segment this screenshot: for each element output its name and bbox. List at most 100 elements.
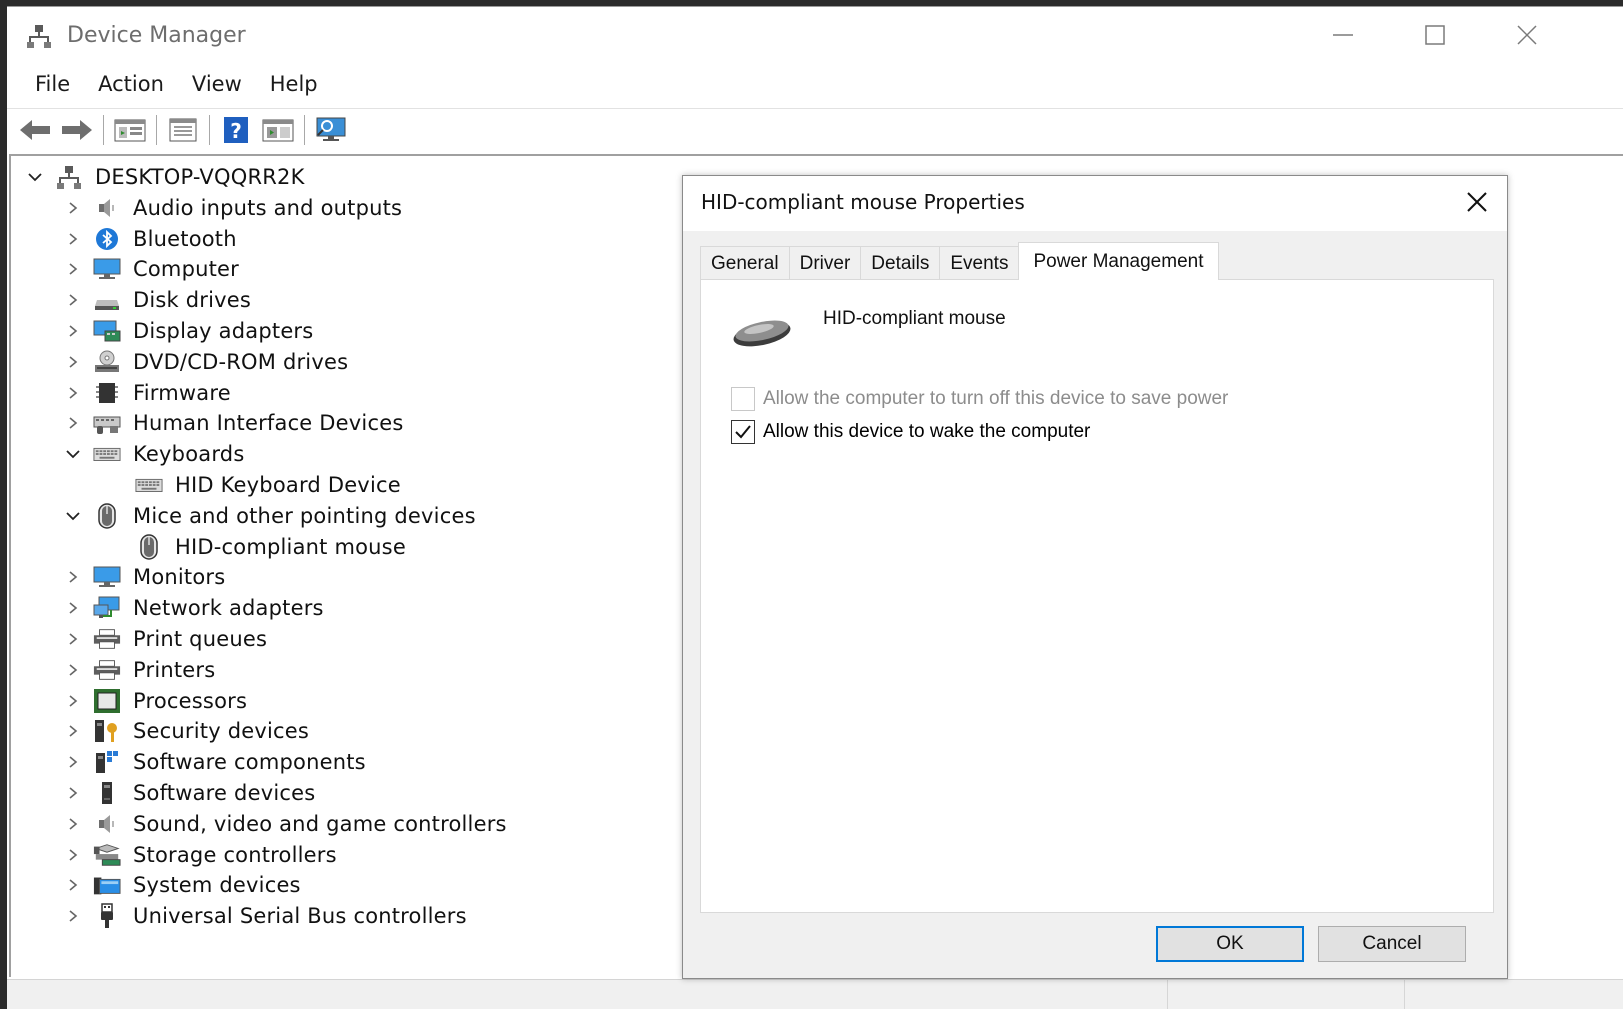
expand-toggle[interactable] <box>61 719 85 743</box>
keyboard-icon <box>93 441 121 467</box>
dialog-close-button[interactable] <box>1457 184 1497 220</box>
tree-item-mice-and-other-pointing-devices[interactable]: Mice and other pointing devices <box>61 501 476 531</box>
cancel-button[interactable]: Cancel <box>1318 926 1466 962</box>
expand-toggle[interactable] <box>61 227 85 251</box>
expand-toggle[interactable] <box>61 504 85 528</box>
tree-item-human-interface-devices[interactable]: Human Interface Devices <box>61 408 403 438</box>
expand-toggle[interactable] <box>61 812 85 836</box>
menu-bar: File Action View Help <box>7 63 1623 105</box>
expand-toggle[interactable] <box>61 843 85 867</box>
expand-toggle[interactable] <box>61 627 85 651</box>
tree-item-printers[interactable]: Printers <box>61 655 215 685</box>
tree-item-label: Security devices <box>133 719 310 744</box>
expand-toggle[interactable] <box>61 873 85 897</box>
minimize-button[interactable] <box>1313 15 1373 55</box>
ok-button[interactable]: OK <box>1156 926 1304 962</box>
network-icon <box>93 595 121 621</box>
tree-item-firmware[interactable]: Firmware <box>61 378 231 408</box>
tree-item-print-queues[interactable]: Print queues <box>61 624 267 654</box>
tree-item-network-adapters[interactable]: Network adapters <box>61 593 324 623</box>
tab-details[interactable]: Details <box>860 246 941 280</box>
tree-item-label: Storage controllers <box>133 842 337 867</box>
power-management-panel: HID-compliant mouse Allow the computer t… <box>700 279 1494 913</box>
device-manager-icon <box>26 23 52 49</box>
expand-toggle[interactable] <box>61 658 85 682</box>
tree-item-software-devices[interactable]: Software devices <box>61 778 315 808</box>
maximize-button[interactable] <box>1405 15 1465 55</box>
tab-driver[interactable]: Driver <box>788 246 862 280</box>
expand-toggle[interactable] <box>61 904 85 928</box>
tree-item-monitors[interactable]: Monitors <box>61 562 225 592</box>
tree-item-processors[interactable]: Processors <box>61 686 247 716</box>
tree-item-sound-video-and-game-controllers[interactable]: Sound, video and game controllers <box>61 809 507 839</box>
tab-general[interactable]: General <box>700 246 790 280</box>
dialog-tabs: General Driver Details Events Power Mana… <box>700 242 1219 280</box>
expand-toggle[interactable] <box>61 565 85 589</box>
monitor-scan-icon[interactable] <box>313 113 349 147</box>
back-icon[interactable] <box>17 113 53 147</box>
menu-action[interactable]: Action <box>90 72 178 96</box>
printer-icon <box>93 657 121 683</box>
chevron-right-icon <box>69 325 78 337</box>
expand-toggle[interactable] <box>61 257 85 281</box>
dialog-title: HID-compliant mouse Properties <box>701 190 1025 214</box>
expand-toggle[interactable] <box>61 381 85 405</box>
expand-toggle[interactable] <box>61 442 85 466</box>
window-title: Device Manager <box>67 23 246 48</box>
tree-item-hid-compliant-mouse[interactable]: HID-compliant mouse <box>135 532 406 562</box>
tree-item-label: Print queues <box>133 627 268 651</box>
chevron-right-icon <box>69 694 78 707</box>
expand-toggle[interactable] <box>61 750 85 774</box>
tree-item-security-devices[interactable]: Security devices <box>61 716 309 746</box>
tree-item-label: Printers <box>133 657 216 682</box>
tree-item-bluetooth[interactable]: Bluetooth <box>61 224 237 254</box>
tree-item-keyboards[interactable]: Keyboards <box>61 439 244 469</box>
tree-item-universal-serial-bus-controllers[interactable]: Universal Serial Bus controllers <box>61 901 467 931</box>
toolbar-divider <box>156 115 157 145</box>
tree-item-dvd-cd-rom-drives[interactable]: DVD/CD-ROM drives <box>61 347 348 377</box>
expand-toggle[interactable] <box>61 319 85 343</box>
help-icon[interactable]: ? <box>218 113 254 147</box>
expand-toggle[interactable] <box>61 596 85 620</box>
tree-item-software-components[interactable]: Software components <box>61 747 366 777</box>
expand-toggle[interactable] <box>61 196 85 220</box>
show-hidden-icon[interactable] <box>260 113 296 147</box>
tree-item-audio-inputs-and-outputs[interactable]: Audio inputs and outputs <box>61 193 402 223</box>
expand-toggle[interactable] <box>23 165 47 189</box>
tree-root-computer[interactable]: DESKTOP-VQQRR2K <box>23 162 305 192</box>
toolbar-divider <box>103 115 104 145</box>
status-divider <box>1404 980 1405 1009</box>
tree-item-label: Mice and other pointing devices <box>133 503 476 528</box>
tree-item-computer[interactable]: Computer <box>61 254 239 284</box>
tree-item-label: Software components <box>133 750 366 775</box>
wake-computer-option[interactable]: Allow this device to wake the computer <box>731 420 1090 444</box>
update-driver-icon[interactable] <box>165 113 201 147</box>
status-divider <box>1167 980 1168 1009</box>
chevron-right-icon <box>69 879 78 892</box>
chevron-right-icon <box>69 848 78 861</box>
expand-toggle[interactable] <box>61 689 85 713</box>
forward-icon[interactable] <box>59 113 95 147</box>
menu-view[interactable]: View <box>184 72 256 96</box>
tree-item-disk-drives[interactable]: Disk drives <box>61 285 251 315</box>
expand-toggle[interactable] <box>61 411 85 435</box>
expand-toggle[interactable] <box>61 288 85 312</box>
chevron-right-icon <box>69 232 78 245</box>
wake-computer-checkbox[interactable] <box>731 420 755 444</box>
expand-toggle[interactable] <box>61 781 85 805</box>
tree-item-hid-keyboard-device[interactable]: HID Keyboard Device <box>135 470 401 500</box>
tree-item-display-adapters[interactable]: Display adapters <box>61 316 313 346</box>
wake-computer-label[interactable]: Allow this device to wake the computer <box>763 421 1090 443</box>
menu-help[interactable]: Help <box>262 72 332 96</box>
properties-view-icon[interactable] <box>112 113 148 147</box>
tab-events[interactable]: Events <box>939 246 1020 280</box>
tab-power-management[interactable]: Power Management <box>1018 242 1219 280</box>
menu-file[interactable]: File <box>27 72 84 96</box>
tree-item-system-devices[interactable]: System devices <box>61 870 301 900</box>
expand-toggle[interactable] <box>61 350 85 374</box>
tree-item-storage-controllers[interactable]: Storage controllers <box>61 840 337 870</box>
tree-item-label: Universal Serial Bus controllers <box>133 904 467 929</box>
turn-off-power-option: Allow the computer to turn off this devi… <box>731 387 1228 411</box>
close-button[interactable] <box>1497 15 1557 55</box>
chevron-down-icon <box>28 173 42 182</box>
